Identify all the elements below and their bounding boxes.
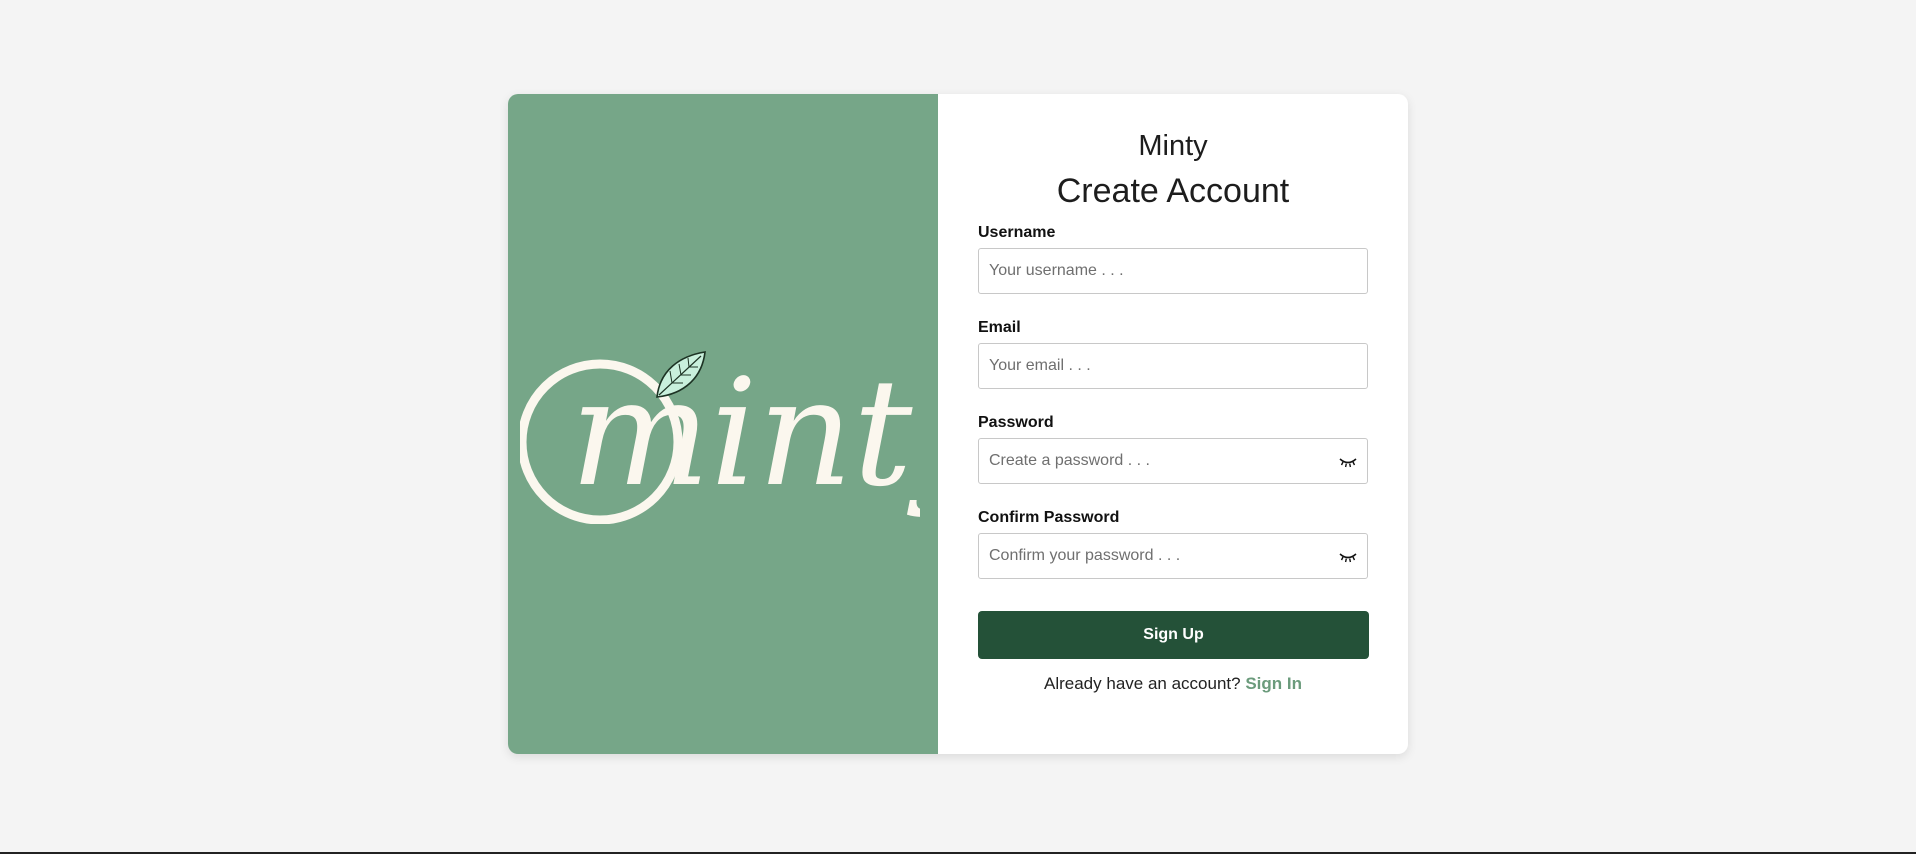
password-label: Password — [978, 414, 1054, 431]
username-input[interactable] — [979, 249, 1367, 293]
confirm-password-visibility-toggle[interactable] — [1337, 546, 1359, 568]
password-input[interactable] — [979, 439, 1367, 483]
sign-up-button[interactable]: Sign Up — [978, 611, 1369, 659]
signin-prompt-text: Already have an account? — [1044, 674, 1241, 693]
username-field: Username — [978, 222, 1368, 294]
eye-closed-icon — [1339, 553, 1357, 563]
logo-graphic: minty — [520, 347, 920, 524]
signup-form-panel: Minty Create Account Username Email Pass… — [938, 94, 1408, 754]
password-input-box — [978, 438, 1368, 484]
email-input-box — [978, 343, 1368, 389]
email-input[interactable] — [979, 344, 1367, 388]
email-label: Email — [978, 319, 1021, 336]
email-field: Email — [978, 317, 1368, 389]
confirm-password-input-box — [978, 533, 1368, 579]
signin-prompt-line: Already have an account? Sign In — [938, 674, 1408, 694]
password-visibility-toggle[interactable] — [1337, 451, 1359, 473]
signup-card: minty Minty Create Account Username — [508, 94, 1408, 754]
brand-title: Minty — [1138, 130, 1208, 162]
confirm-password-input[interactable] — [979, 534, 1367, 578]
confirm-password-label: Confirm Password — [978, 509, 1120, 526]
password-field: Password — [978, 412, 1368, 484]
confirm-password-field: Confirm Password — [978, 507, 1368, 579]
eye-closed-icon — [1339, 458, 1357, 468]
brand-panel: minty — [508, 94, 938, 754]
page-title: Create Account — [1056, 172, 1290, 210]
logo-wordmark: minty — [570, 347, 920, 519]
minty-logo: minty — [520, 334, 920, 524]
page: minty Minty Create Account Username — [0, 0, 1916, 854]
username-label: Username — [978, 224, 1056, 241]
sign-in-link[interactable]: Sign In — [1245, 674, 1302, 693]
username-input-box — [978, 248, 1368, 294]
